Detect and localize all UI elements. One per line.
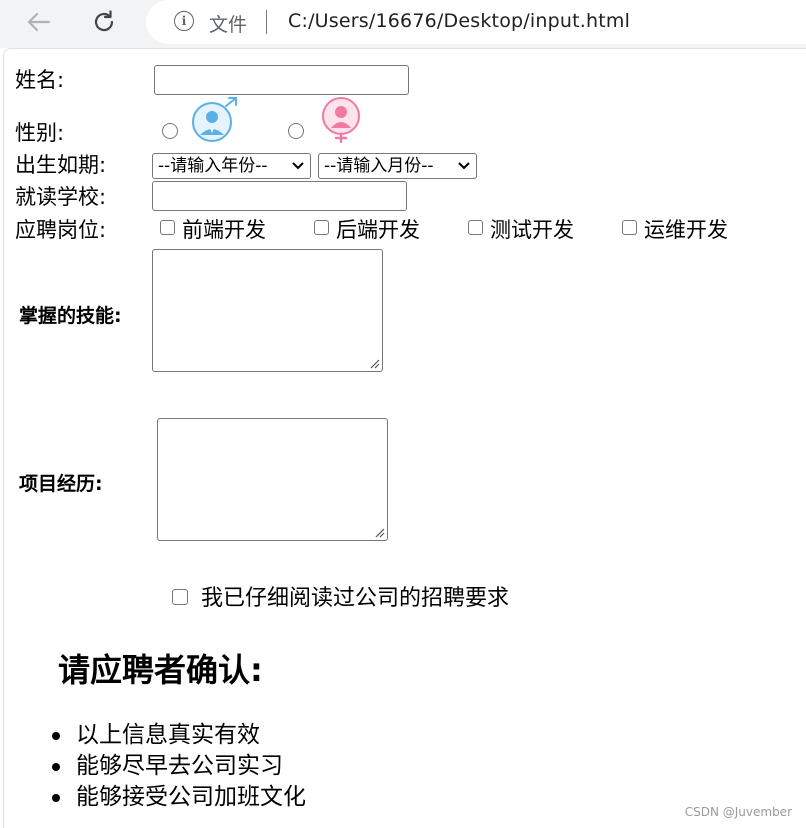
list-item: 能够接受公司加班文化 bbox=[48, 782, 306, 813]
agree-label: 我已仔细阅读过公司的招聘要求 bbox=[201, 586, 510, 611]
file-label: 文件 bbox=[209, 14, 248, 36]
position-frontend-label: 前端开发 bbox=[182, 218, 266, 242]
confirm-list: 以上信息真实有效 能够尽早去公司实习 能够接受公司加班文化 bbox=[48, 720, 306, 813]
position-checkbox-testing[interactable] bbox=[468, 220, 483, 235]
list-item: 能够尽早去公司实习 bbox=[48, 751, 306, 782]
skills-textarea[interactable] bbox=[152, 249, 383, 372]
resize-grip-icon[interactable] bbox=[370, 359, 380, 369]
bullet-icon bbox=[52, 794, 60, 802]
browser-toolbar: i 文件 C:/Users/16676/Desktop/input.html bbox=[0, 0, 806, 48]
name-input[interactable] bbox=[154, 65, 409, 95]
female-icon bbox=[322, 97, 360, 143]
agree-checkbox[interactable] bbox=[172, 589, 188, 605]
confirm-heading: 请应聘者确认: bbox=[58, 651, 263, 689]
position-testing-label: 测试开发 bbox=[490, 218, 574, 242]
chevron-down-icon bbox=[292, 162, 304, 170]
reload-icon bbox=[94, 10, 114, 32]
month-select-value: --请输入月份-- bbox=[324, 156, 434, 176]
project-textarea[interactable] bbox=[157, 418, 388, 541]
chevron-down-icon bbox=[458, 162, 470, 170]
year-select[interactable]: --请输入年份-- bbox=[152, 153, 311, 179]
gender-label: 性别: bbox=[15, 121, 65, 145]
list-item-text: 以上信息真实有效 bbox=[76, 722, 260, 748]
school-input[interactable] bbox=[152, 181, 407, 211]
bullet-icon bbox=[52, 732, 60, 740]
position-ops-label: 运维开发 bbox=[644, 218, 728, 242]
gender-male-radio[interactable] bbox=[162, 123, 178, 139]
bullet-icon bbox=[52, 763, 60, 771]
position-label: 应聘岗位: bbox=[15, 218, 107, 242]
position-checkbox-frontend[interactable] bbox=[160, 220, 175, 235]
reload-button[interactable] bbox=[86, 6, 122, 38]
position-checkbox-ops[interactable] bbox=[622, 220, 637, 235]
month-select[interactable]: --请输入月份-- bbox=[318, 153, 477, 179]
school-label: 就读学校: bbox=[15, 185, 107, 209]
gender-female-radio[interactable] bbox=[288, 123, 304, 139]
back-arrow-icon bbox=[27, 12, 51, 32]
watermark: CSDN @Juvember bbox=[684, 805, 792, 819]
year-select-value: --请输入年份-- bbox=[158, 156, 268, 176]
position-checkbox-backend[interactable] bbox=[314, 220, 329, 235]
info-icon[interactable]: i bbox=[174, 11, 194, 31]
list-item-text: 能够尽早去公司实习 bbox=[76, 753, 283, 779]
address-bar[interactable]: i 文件 C:/Users/16676/Desktop/input.html bbox=[146, 0, 806, 44]
back-button[interactable] bbox=[20, 6, 56, 38]
resize-grip-icon[interactable] bbox=[375, 528, 385, 538]
list-item-text: 能够接受公司加班文化 bbox=[76, 784, 306, 810]
url-text[interactable]: C:/Users/16676/Desktop/input.html bbox=[288, 10, 630, 32]
male-icon bbox=[192, 97, 237, 142]
name-label: 姓名: bbox=[15, 68, 65, 92]
birth-label: 出生如期: bbox=[15, 153, 107, 177]
list-item: 以上信息真实有效 bbox=[48, 720, 306, 751]
project-label: 项目经历: bbox=[19, 473, 103, 495]
position-backend-label: 后端开发 bbox=[336, 218, 420, 242]
address-separator bbox=[266, 10, 267, 34]
skills-label: 掌握的技能: bbox=[19, 305, 122, 327]
